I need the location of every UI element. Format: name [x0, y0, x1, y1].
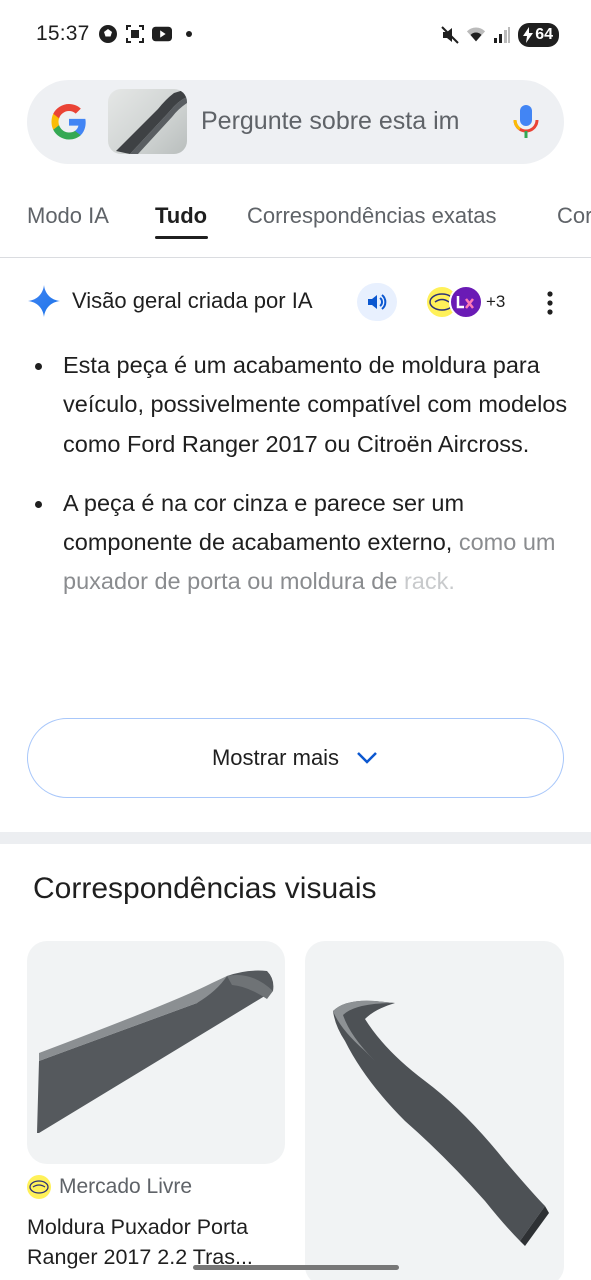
ai-overview-title: Visão geral criada por IA	[72, 288, 313, 313]
speaker-icon	[368, 294, 387, 310]
match-source[interactable]: Mercado Livre	[27, 1175, 192, 1199]
dot-icon	[179, 24, 199, 44]
match-image-1[interactable]	[27, 941, 285, 1164]
match-source-name: Mercado Livre	[59, 1175, 193, 1198]
signal-icon	[492, 25, 512, 45]
ai-overview-list: Esta peça é um acabamento de moldura par…	[33, 346, 573, 622]
sparkle-icon	[28, 285, 60, 317]
search-bar[interactable]: Pergunte sobre esta im	[27, 80, 564, 164]
match-title[interactable]: Moldura Puxador Porta Ranger 2017 2.2 Tr…	[27, 1212, 287, 1272]
bullet-text-faded: rack.	[403, 568, 455, 595]
mic-icon[interactable]	[512, 104, 540, 140]
soccer-ball-icon	[98, 24, 118, 44]
list-item: Esta peça é um acabamento de moldura par…	[33, 346, 573, 464]
status-icons-left	[98, 24, 199, 44]
status-bar: 15:37 64	[0, 0, 591, 70]
section-divider	[0, 832, 591, 844]
search-input[interactable]: Pergunte sobre esta im	[201, 107, 491, 136]
battery-indicator: 64	[518, 23, 559, 47]
bullet-text: A peça é na cor cinza e parece ser um co…	[63, 489, 465, 556]
status-time: 15:37	[36, 22, 90, 45]
scan-icon	[125, 24, 145, 44]
list-item: A peça é na cor cinza e parece ser um co…	[33, 484, 573, 602]
charging-icon	[523, 27, 534, 43]
bullet-text: Esta peça é um acabamento de moldura par…	[63, 352, 568, 457]
ai-overview-header: Visão geral criada por IA +3	[0, 282, 591, 324]
match-image-2[interactable]	[305, 941, 564, 1280]
tab-tudo[interactable]: Tudo	[155, 203, 207, 229]
mute-icon	[440, 25, 460, 45]
show-more-button[interactable]: Mostrar mais	[27, 718, 564, 798]
tab-bar: Modo IA Tudo Correspondências exatas Cor	[0, 190, 591, 258]
tab-cor[interactable]: Cor	[557, 203, 591, 229]
visual-matches-title: Correspondências visuais	[33, 872, 377, 905]
match-title-line-1: Moldura Puxador Porta	[27, 1215, 249, 1239]
home-indicator[interactable]	[193, 1265, 399, 1270]
sources-more-count[interactable]: +3	[486, 292, 505, 312]
youtube-icon	[152, 24, 172, 44]
mercado-livre-logo-icon	[27, 1175, 51, 1199]
more-options-icon[interactable]	[540, 288, 560, 318]
wifi-icon	[466, 25, 486, 45]
tab-correspondencias-exatas[interactable]: Correspondências exatas	[247, 203, 496, 229]
show-more-label: Mostrar mais	[211, 745, 340, 770]
google-logo-icon[interactable]	[49, 102, 89, 142]
source-avatars[interactable]	[425, 285, 485, 321]
image-thumbnail[interactable]	[108, 89, 187, 154]
listen-button[interactable]	[357, 283, 397, 321]
lx-avatar	[449, 285, 483, 319]
chevron-down-icon	[357, 752, 377, 764]
battery-level: 64	[535, 26, 553, 43]
status-icons-right: 64	[440, 23, 559, 47]
tab-modo-ia[interactable]: Modo IA	[27, 203, 109, 229]
active-tab-underline	[155, 236, 208, 239]
